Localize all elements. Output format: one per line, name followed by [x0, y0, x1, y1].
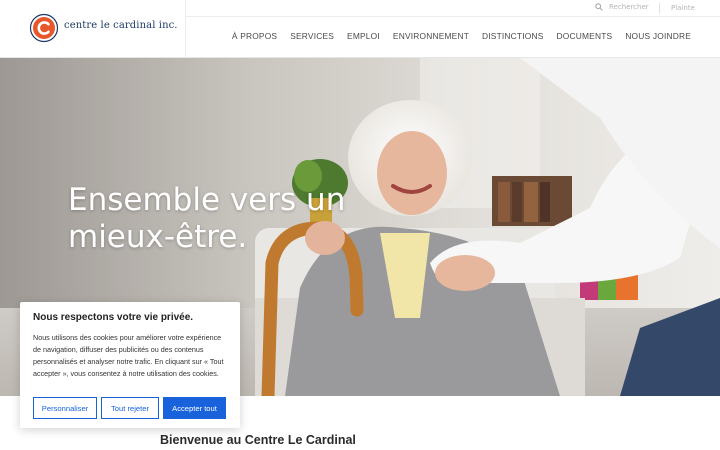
cardinal-logo-icon: [29, 13, 59, 43]
cookie-body: Nous utilisons des cookies pour améliore…: [33, 333, 224, 379]
nav-item-a-propos[interactable]: À PROPOS: [232, 31, 277, 41]
utility-bar: Rechercher Plainte: [186, 0, 720, 17]
nav-item-environnement[interactable]: ENVIRONNEMENT: [393, 31, 469, 41]
cookie-title: Nous respectons votre vie privée.: [33, 312, 194, 323]
hero-title: Ensemble vers un mieux-être.: [68, 182, 348, 256]
search-box[interactable]: Rechercher: [595, 3, 649, 11]
hero-title-line-1: Ensemble vers un: [68, 182, 346, 218]
nav-item-distinctions[interactable]: DISTINCTIONS: [482, 31, 544, 41]
cookie-banner: Nous respectons votre vie privée. Nous u…: [20, 302, 240, 428]
divider: [659, 3, 660, 14]
nav-item-emploi[interactable]: EMPLOI: [347, 31, 380, 41]
welcome-heading: Bienvenue au Centre Le Cardinal: [160, 433, 356, 447]
search-icon[interactable]: [595, 3, 603, 11]
complaint-link[interactable]: Plainte: [671, 4, 695, 12]
hero-title-line-2: mieux-être.: [68, 219, 248, 255]
nav-item-documents[interactable]: DOCUMENTS: [557, 31, 613, 41]
search-input[interactable]: Rechercher: [609, 3, 649, 11]
main-nav: À PROPOS SERVICES EMPLOI ENVIRONNEMENT D…: [232, 31, 691, 41]
nav-item-nous-joindre[interactable]: NOUS JOINDRE: [625, 31, 691, 41]
cookie-buttons: Personnaliser Tout rejeter Accepter tout: [33, 397, 226, 419]
site-header: centre le cardinal inc. Rechercher Plain…: [0, 0, 720, 58]
customize-button[interactable]: Personnaliser: [33, 397, 97, 419]
nav-item-services[interactable]: SERVICES: [290, 31, 334, 41]
logo[interactable]: centre le cardinal inc.: [0, 0, 186, 58]
logo-text: centre le cardinal inc.: [64, 20, 178, 31]
accept-all-button[interactable]: Accepter tout: [163, 397, 226, 419]
reject-all-button[interactable]: Tout rejeter: [101, 397, 159, 419]
